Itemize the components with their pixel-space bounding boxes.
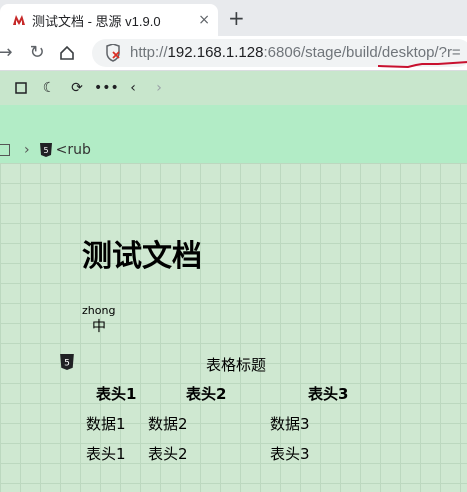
forward-arrow-icon[interactable]: › bbox=[148, 77, 170, 99]
back-arrow-icon[interactable]: ‹ bbox=[122, 77, 144, 99]
page-title[interactable]: 测试文档 bbox=[82, 231, 202, 275]
url-host: 192.168.1.128 bbox=[167, 44, 264, 61]
table-cell[interactable]: 表头2 bbox=[148, 443, 188, 464]
app-toolbar: ☾ ⟳ ••• ‹ › bbox=[0, 71, 467, 105]
more-icon[interactable]: ••• bbox=[94, 77, 119, 99]
table-cell[interactable]: 数据2 bbox=[148, 413, 188, 434]
home-icon[interactable] bbox=[56, 42, 78, 64]
siyuan-logo-icon bbox=[13, 15, 25, 25]
moon-icon[interactable]: ☾ bbox=[38, 77, 60, 99]
sync-icon[interactable]: ⟳ bbox=[66, 77, 88, 99]
ruby-base-text[interactable]: 中 bbox=[92, 316, 106, 336]
chevron-right-icon: › bbox=[24, 142, 30, 158]
not-secure-icon[interactable] bbox=[104, 44, 122, 62]
url-protocol: http:// bbox=[130, 44, 168, 61]
svg-text:5: 5 bbox=[64, 358, 70, 368]
breadcrumb-item[interactable]: <rub bbox=[56, 142, 91, 158]
table-header-cell[interactable]: 表头1 bbox=[96, 383, 136, 404]
svg-text:5: 5 bbox=[43, 146, 48, 155]
html5-icon: 5 bbox=[60, 354, 74, 370]
html5-icon: 5 bbox=[39, 143, 52, 157]
url-path: :6806/stage/build/desktop/?r= bbox=[263, 44, 461, 61]
red-underline-annotation bbox=[378, 61, 467, 69]
browser-tab-bar: 测试文档 - 思源 v1.9.0 × + bbox=[0, 0, 467, 36]
reload-icon[interactable]: ↻ bbox=[26, 42, 48, 64]
doc-icon[interactable] bbox=[0, 144, 10, 156]
table-cell[interactable]: 表头1 bbox=[86, 443, 126, 464]
new-tab-button[interactable]: + bbox=[228, 6, 245, 30]
browser-tab[interactable]: 测试文档 - 思源 v1.9.0 × bbox=[0, 4, 218, 36]
table-header-cell[interactable]: 表头2 bbox=[186, 383, 226, 404]
table-caption: 表格标题 bbox=[206, 356, 267, 374]
tab-title: 测试文档 - 思源 v1.9.0 bbox=[32, 13, 161, 29]
square-icon[interactable] bbox=[10, 77, 32, 99]
table-cell[interactable]: 表头3 bbox=[270, 443, 310, 464]
table-cell[interactable]: 数据3 bbox=[270, 413, 310, 434]
back-icon[interactable]: → bbox=[0, 42, 16, 64]
table-cell[interactable]: 数据1 bbox=[86, 413, 126, 434]
table-header-cell[interactable]: 表头3 bbox=[308, 383, 348, 404]
document-canvas bbox=[0, 163, 467, 492]
tab-close-icon[interactable]: × bbox=[198, 12, 210, 28]
breadcrumb: › 5 <rub bbox=[0, 140, 91, 160]
